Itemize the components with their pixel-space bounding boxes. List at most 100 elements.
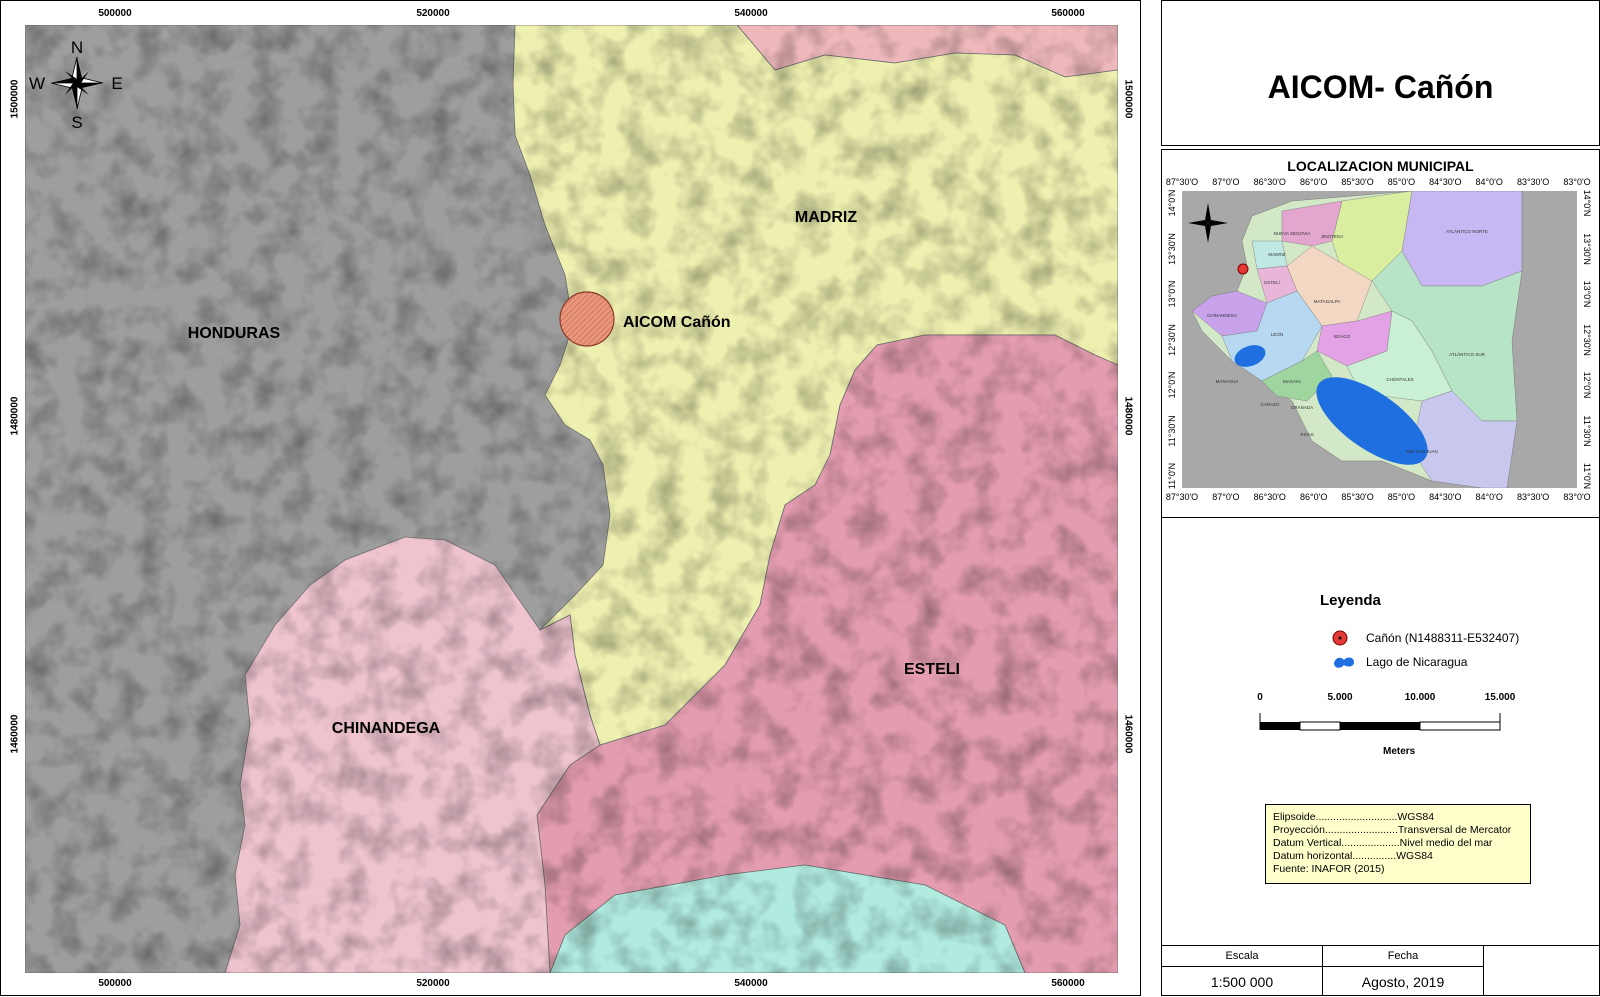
bottom-tick: 540000	[734, 978, 768, 989]
inset-dept-label: BOACO	[1334, 334, 1351, 339]
metadata-row: Fuente: INAFOR (2015)	[1273, 863, 1385, 875]
inset-tick: 87°30'O	[1165, 492, 1199, 502]
scale-label: 0	[1257, 692, 1263, 703]
inset-tick: 85°30'O	[1341, 177, 1374, 187]
left-tick: 1480000	[9, 396, 21, 436]
esteli-label: ESTELI	[904, 661, 960, 678]
inset-tick: 14°0'N	[1582, 189, 1592, 217]
inset-tick: 11°30'N	[1167, 414, 1177, 447]
inset-tick: 84°0'O	[1475, 492, 1503, 502]
inset-tick: 11°0'N	[1582, 462, 1592, 490]
scale-bar-graphic	[1259, 713, 1501, 731]
inset-tick: 87°0'O	[1212, 492, 1240, 502]
inset-dept-label: LEÓN	[1271, 331, 1283, 337]
left-tick: 1460000	[9, 714, 21, 754]
metadata-row: Datum horizontal...............WGS84	[1273, 850, 1433, 862]
inset-tick: 11°30'N	[1582, 414, 1592, 447]
inset-tick: 83°30'O	[1516, 492, 1550, 502]
title-panel: AICOM- Cañón	[1161, 0, 1600, 146]
inset-dept-label: RÍO SAN JUAN	[1406, 448, 1438, 454]
inset-dept-label: ATLÁNTICO NORTE	[1446, 228, 1488, 234]
legend-title: Leyenda	[1320, 592, 1381, 609]
scale-label: 5.000	[1327, 692, 1353, 703]
top-tick: 540000	[734, 8, 768, 19]
top-tick: 560000	[1051, 8, 1085, 19]
inset-dept-label: CHONTALES	[1386, 377, 1413, 382]
inset-dept-label: JINOTEGA	[1321, 234, 1344, 239]
inset-tick: 87°30'O	[1165, 177, 1199, 187]
date-value: Agosto, 2019	[1361, 974, 1445, 990]
inset-tick: 12°30'N	[1582, 323, 1592, 356]
bottom-tick: 520000	[416, 978, 450, 989]
inset-dept	[1401, 191, 1523, 287]
main-map-frame: 500000 520000 540000 560000 500000 52000…	[0, 0, 1141, 996]
legend-item-canon: Cañón (N1488311-E532407)	[1332, 628, 1519, 648]
right-tick: 1460000	[1122, 714, 1134, 754]
inset-tick: 84°30'O	[1429, 492, 1462, 502]
inset-site-marker	[1237, 263, 1249, 275]
legend-item-label: Cañón (N1488311-E532407)	[1366, 631, 1520, 645]
inset-tick: 86°30'O	[1253, 492, 1286, 502]
scale-cell: Escala 1:500 000	[1162, 946, 1323, 995]
inset-dept-label: MATAGALPA	[1314, 299, 1341, 304]
inset-tick: 86°0'O	[1299, 177, 1328, 187]
compass-e: E	[111, 74, 122, 93]
inset-tick: 13°30'N	[1167, 232, 1177, 265]
inset-tick: 86°0'O	[1299, 492, 1328, 502]
inset-tick: 13°0'N	[1582, 280, 1592, 308]
legend-panel: Leyenda Cañón (N1488311-E532407) Lago de…	[1161, 518, 1600, 946]
inset-tick: 83°0'O	[1563, 492, 1591, 502]
scale-label: 15.000	[1484, 692, 1516, 703]
honduras-label: HONDURAS	[188, 325, 281, 342]
inset-tick: 14°0'N	[1167, 189, 1177, 217]
compass-w: W	[29, 74, 45, 93]
inset-dept-label: CHINANDEGA	[1207, 313, 1237, 318]
inset-tick: 84°0'O	[1475, 177, 1503, 187]
scale-value: 1:500 000	[1210, 974, 1274, 990]
madriz-label: MADRIZ	[795, 209, 857, 226]
inset-panel: LOCALIZACION MUNICIPAL 87°30'O 87°0'O 86°3…	[1161, 149, 1600, 518]
chinandega-label: CHINANDEGA	[332, 720, 441, 737]
inset-dept-label: GRANADA	[1291, 405, 1313, 410]
inset-tick: 83°0'O	[1563, 177, 1591, 187]
top-tick: 500000	[98, 8, 132, 19]
footer-panel: Escala 1:500 000 Fecha Agosto, 2019	[1161, 945, 1600, 996]
red-point-icon	[1332, 630, 1348, 646]
date-cell: Fecha Agosto, 2019	[1323, 946, 1484, 995]
map-title: AICOM- Cañón	[1267, 69, 1494, 105]
inset-tick: 85°30'O	[1341, 492, 1374, 502]
metadata-box: Elipsoide............................WGS…	[1265, 804, 1531, 884]
inset-tick: 12°0'N	[1582, 371, 1592, 399]
lake-icon	[1334, 657, 1354, 668]
metadata-row: Datum Vertical....................Nivel …	[1273, 837, 1493, 849]
inset-tick: 85°0'O	[1387, 177, 1416, 187]
scale-label: 10.000	[1404, 692, 1436, 703]
inset-dept-label: MASAYA	[1283, 379, 1301, 384]
metadata-row: Proyección.........................Trans…	[1273, 824, 1512, 836]
legend-item-label: Lago de Nicaragua	[1366, 655, 1468, 669]
inset-dept-label: CARAZO	[1261, 402, 1280, 407]
terrain-shading	[25, 25, 1118, 973]
legend-item-lake: Lago de Nicaragua	[1332, 652, 1467, 672]
inset-tick: 85°0'O	[1387, 492, 1416, 502]
bottom-tick: 560000	[1051, 978, 1085, 989]
metadata-row: Elipsoide............................WGS…	[1273, 811, 1435, 823]
inset-tick: 86°30'O	[1253, 177, 1286, 187]
compass-n: N	[71, 38, 83, 57]
inset-tick: 87°0'O	[1212, 177, 1240, 187]
inset-tick: 12°0'N	[1167, 371, 1177, 399]
empty-cell	[1484, 946, 1600, 995]
date-header: Fecha	[1323, 946, 1483, 967]
inset-tick: 13°0'N	[1167, 280, 1177, 308]
inset-dept-label: ATLÁNTICO SUR	[1449, 351, 1485, 357]
top-tick: 520000	[416, 8, 450, 19]
inset-dept-label: MANAGUA	[1216, 379, 1239, 384]
inset-dept-label: MADRIZ	[1268, 252, 1285, 257]
inset-tick: 11°0'N	[1167, 462, 1177, 490]
bottom-tick: 500000	[98, 978, 132, 989]
scale-header: Escala	[1162, 946, 1322, 967]
inset-dept-label: NUEVA SEGOVIA	[1274, 231, 1310, 236]
inset-map: NUEVA SEGOVIA JINOTEGA ATLÁNTICO NORTE MADR…	[1182, 191, 1577, 488]
inset-dept-label: RIVAS	[1300, 432, 1313, 437]
scale-units: Meters	[1383, 746, 1416, 757]
